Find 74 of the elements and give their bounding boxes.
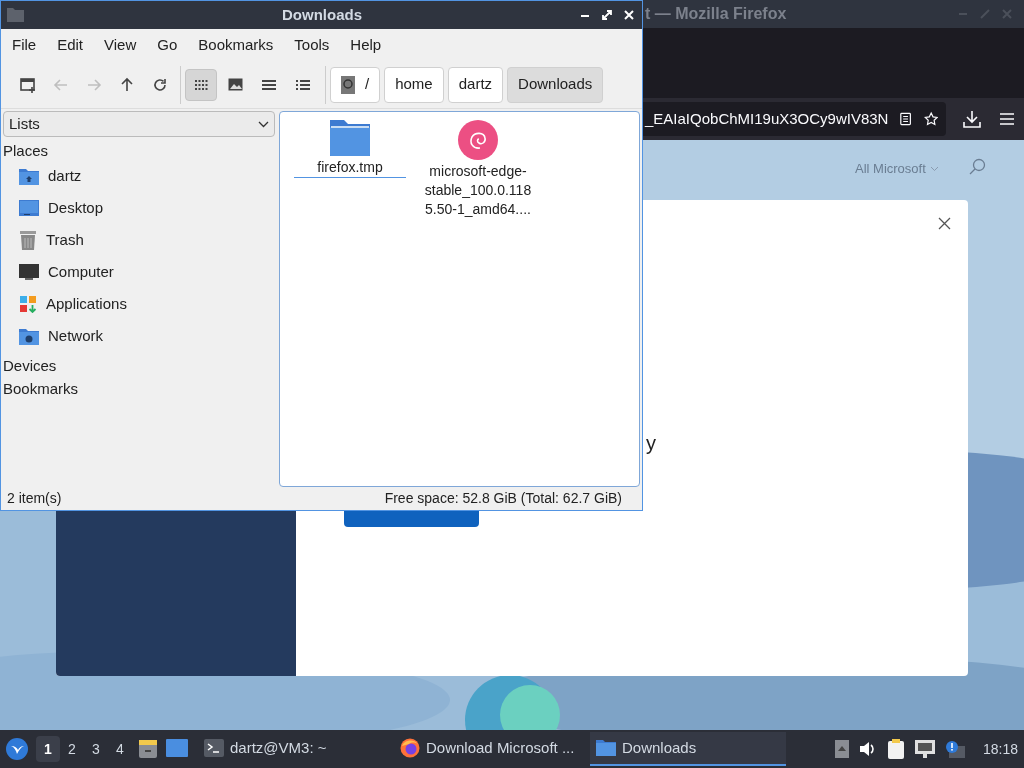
drive-icon: [341, 75, 355, 94]
reload-icon: [151, 76, 168, 93]
applications-icon: [19, 295, 37, 313]
place-item[interactable]: Computer: [3, 256, 275, 288]
chevron-icon: [258, 120, 269, 128]
path-button[interactable]: dartz: [447, 66, 504, 103]
menu-icon[interactable]: [999, 112, 1015, 126]
reader-view-icon[interactable]: [900, 111, 912, 127]
menu-item[interactable]: Help: [343, 33, 389, 57]
folder-icon: [330, 120, 370, 156]
file-name[interactable]: microsoft-edge-stable_100.0.1185.50-1_amd64....: [422, 162, 534, 219]
item-count: 2 item(s): [7, 488, 62, 508]
home-folder-icon: [19, 167, 39, 185]
trash-icon: [19, 230, 37, 250]
window-title: Downloads: [281, 4, 363, 25]
clipboard-icon[interactable]: [886, 739, 905, 759]
side-pane-dropdown[interactable]: Lists: [3, 111, 275, 137]
network-icon[interactable]: [914, 740, 935, 758]
folder-icon: [596, 740, 616, 756]
desktop-icon: [19, 199, 39, 217]
search-icon[interactable]: [969, 158, 986, 175]
place-item[interactable]: dartz: [3, 160, 275, 192]
grid-icon: [194, 77, 208, 92]
url-field[interactable]: _EAIaIQobChMI19uX3OCy9wIV83N: [643, 102, 946, 136]
section-heading[interactable]: Places: [3, 141, 275, 160]
url-text: _EAIaIQobChMI19uX3OCy9wIV83N: [645, 108, 889, 129]
workspace-button[interactable]: 3: [84, 736, 108, 762]
free-space: Free space: 52.8 GiB (Total: 62.7 GiB): [384, 488, 622, 508]
network-folder-icon: [19, 327, 39, 345]
download-icon[interactable]: [963, 110, 981, 128]
image-icon: [227, 78, 243, 91]
terminal-icon: [204, 739, 224, 757]
close-icon[interactable]: [938, 217, 951, 230]
dialog-text: y: [646, 431, 656, 456]
list-icon: [296, 78, 310, 91]
star-icon[interactable]: [923, 110, 938, 128]
path-button[interactable]: home: [384, 66, 444, 103]
icons-view-button[interactable]: [185, 68, 217, 101]
bird-logo-icon[interactable]: [6, 738, 28, 760]
menu-item[interactable]: Go: [150, 33, 185, 57]
right-arrow-icon: [85, 76, 102, 93]
monitor-icon: [19, 263, 39, 281]
place-item[interactable]: Desktop: [3, 192, 275, 224]
workspace-button[interactable]: 1: [36, 736, 60, 762]
menu-item[interactable]: Tools: [287, 33, 337, 57]
folder-icon: [7, 8, 24, 22]
lines-icon: [262, 78, 276, 91]
menu-item[interactable]: Bookmarks: [191, 33, 281, 57]
task-button[interactable]: Downloads: [590, 732, 786, 766]
fox-globe-icon: [400, 738, 420, 758]
clock: 18:18: [982, 739, 1018, 759]
workspace-button[interactable]: 4: [108, 736, 132, 762]
left-arrow-icon: [52, 76, 69, 93]
menu-item[interactable]: File: [5, 33, 44, 57]
place-item[interactable]: Network: [3, 320, 275, 352]
place-item[interactable]: Applications: [3, 288, 275, 320]
menu-item[interactable]: Edit: [50, 33, 91, 57]
task-button[interactable]: Download Microsoft ...: [394, 732, 590, 766]
workspace-button[interactable]: 2: [60, 736, 84, 762]
window-title: t — Mozilla Firefox: [645, 4, 787, 24]
volume-icon[interactable]: [858, 741, 877, 757]
new-window-icon: [18, 75, 37, 94]
chevron-icon: [929, 165, 939, 172]
path-button[interactable]: Downloads: [507, 66, 604, 103]
path-button[interactable]: /: [330, 66, 381, 103]
place-item[interactable]: Trash: [3, 224, 275, 256]
swirl-logo-icon: [458, 120, 498, 160]
menu-item[interactable]: View: [97, 33, 144, 57]
task-button[interactable]: dartz@VM3: ~: [198, 732, 394, 766]
notification-icon[interactable]: [944, 740, 965, 758]
section-heading[interactable]: Bookmarks: [3, 379, 275, 398]
section-heading[interactable]: Devices: [3, 356, 275, 375]
file-cabinet-icon[interactable]: [138, 739, 158, 759]
file-name[interactable]: firefox.tmp: [294, 158, 406, 178]
